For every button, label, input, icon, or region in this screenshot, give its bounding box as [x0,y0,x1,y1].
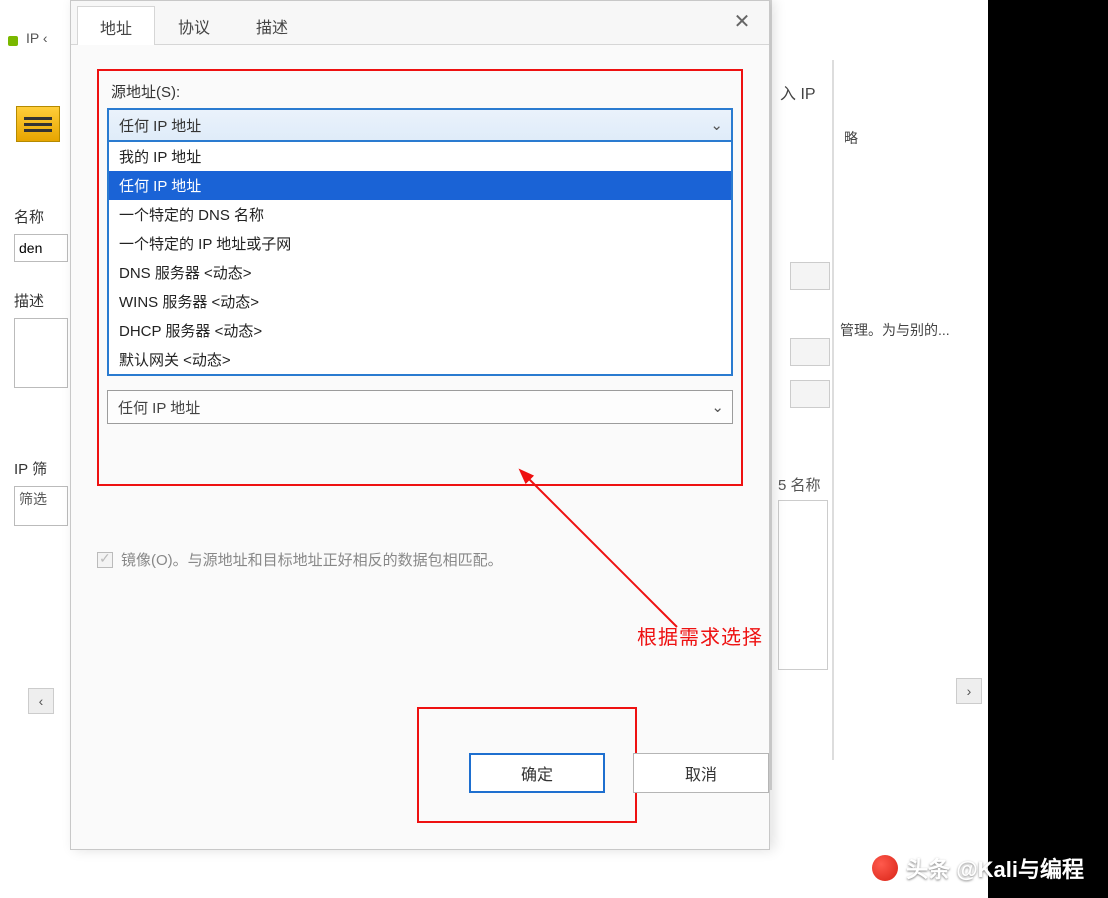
label-desc: 描述 [14,290,44,311]
dropdown-option-selected[interactable]: 任何 IP 地址 [109,171,731,200]
annotation-text: 根据需求选择 [637,621,763,650]
tab-bar: 地址 协议 描述 [71,1,769,45]
close-button[interactable]: ✕ [715,1,769,41]
stub-ip: 入 IP [780,80,816,104]
scroll-left-icon[interactable]: ‹ [28,688,54,714]
desc-input[interactable] [14,318,68,388]
name-input[interactable] [14,234,68,262]
mirror-label: 镜像(O)。与源地址和目标地址正好相反的数据包相匹配。 [121,549,503,570]
dropdown-option[interactable]: 一个特定的 DNS 名称 [109,200,731,229]
dropdown-option[interactable]: 我的 IP 地址 [109,142,731,171]
filter-list-icon [16,106,60,142]
chevron-down-icon: ⌄ [711,398,724,416]
scroll-right-icon[interactable]: › [956,678,982,704]
dialog-button-row: 确定 取消 [469,753,769,793]
chevron-down-icon: ⌄ [710,116,723,134]
bg-button-stub-2 [790,338,830,366]
dropdown-option[interactable]: DHCP 服务器 <动态> [109,316,731,345]
bg-button-stub-1 [790,262,830,290]
stub-name: 5 名称 [778,474,821,495]
dropdown-option[interactable]: WINS 服务器 <动态> [109,287,731,316]
bg-button-stub-3 [790,380,830,408]
tab-address[interactable]: 地址 [77,6,155,45]
left-tab-ip: IP ‹ [26,30,48,46]
destination-address-combo[interactable]: 任何 IP 地址 ⌄ [107,390,733,424]
label-ipfilter: IP 筛 [14,458,47,479]
ipfilter-list[interactable]: 筛选 [14,486,68,526]
dropdown-option[interactable]: 一个特定的 IP 地址或子网 [109,229,731,258]
checkbox-icon[interactable] [97,552,113,568]
status-dot-icon [8,36,18,46]
background-window-right: 入 IP 略 管理。为与别的... 5 名称 › [770,0,988,790]
annotation-red-box-top: 源地址(S): 任何 IP 地址 ⌄ 我的 IP 地址 任何 IP 地址 一个特… [97,69,743,486]
ip-filter-properties-dialog: 地址 协议 描述 ✕ 源地址(S): 任何 IP 地址 ⌄ 我的 IP 地址 任… [70,0,770,850]
source-address-dropdown: 我的 IP 地址 任何 IP 地址 一个特定的 DNS 名称 一个特定的 IP … [107,142,733,376]
tab-description[interactable]: 描述 [233,5,311,44]
source-address-label: 源地址(S): [111,81,733,102]
watermark: 头条 @Kali与编程 [872,852,1084,884]
dropdown-option[interactable]: DNS 服务器 <动态> [109,258,731,287]
toutiao-logo-icon [872,855,898,881]
close-icon: ✕ [734,9,751,34]
dropdown-option[interactable]: 默认网关 <动态> [109,345,731,374]
cancel-button[interactable]: 取消 [633,753,769,793]
stub-mgmt: 管理。为与别的... [840,320,950,340]
label-name: 名称 [14,206,44,227]
destination-address-value: 任何 IP 地址 [118,397,200,418]
stub-policy: 略 [844,128,858,148]
source-address-value: 任何 IP 地址 [119,115,201,136]
mirror-checkbox-row[interactable]: 镜像(O)。与源地址和目标地址正好相反的数据包相匹配。 [97,549,503,570]
source-address-combo[interactable]: 任何 IP 地址 ⌄ [107,108,733,142]
bg-list-stub [778,500,828,670]
ok-button[interactable]: 确定 [469,753,605,793]
tab-protocol[interactable]: 协议 [155,5,233,44]
watermark-text: 头条 @Kali与编程 [906,852,1084,884]
